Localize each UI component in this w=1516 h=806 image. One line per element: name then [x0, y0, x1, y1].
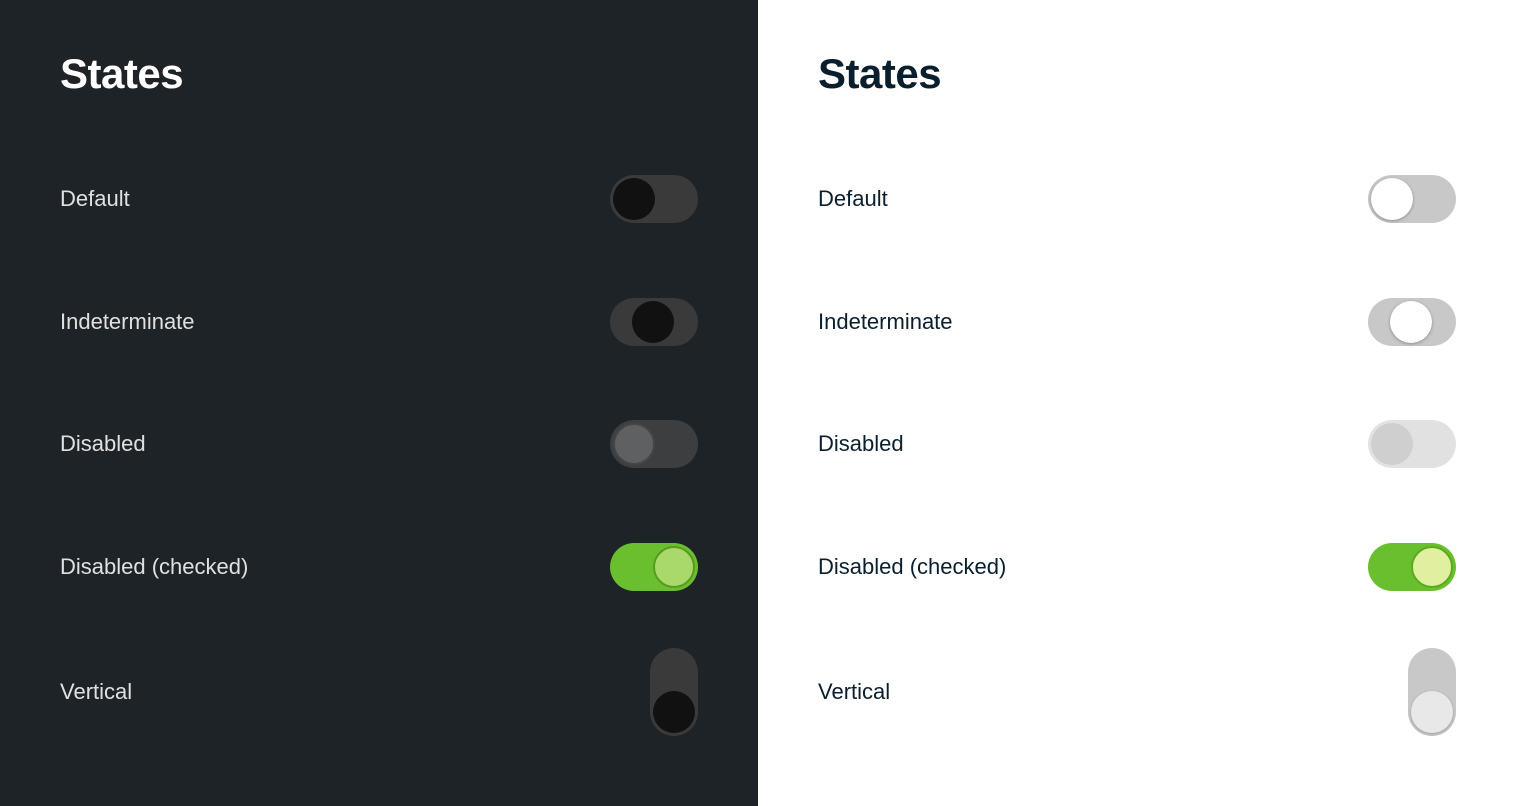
light-disabled-toggle-wrapper — [1316, 420, 1456, 468]
light-vertical-toggle[interactable] — [1408, 648, 1456, 736]
light-disabled-toggle — [1368, 420, 1456, 468]
light-vertical-thumb — [1411, 691, 1453, 733]
dark-indeterminate-toggle-wrapper — [558, 298, 698, 346]
dark-disabled-checked-toggle-wrapper — [558, 543, 698, 591]
light-vertical-row: Vertical — [818, 628, 1456, 756]
light-indeterminate-toggle[interactable] — [1368, 298, 1456, 346]
dark-default-label: Default — [60, 186, 130, 212]
light-disabled-row: Disabled — [818, 383, 1456, 506]
dark-disabled-checked-row: Disabled (checked) — [60, 506, 698, 629]
dark-indeterminate-label: Indeterminate — [60, 309, 195, 335]
light-indeterminate-thumb — [1390, 301, 1432, 343]
dark-disabled-checked-label: Disabled (checked) — [60, 554, 248, 580]
light-disabled-thumb — [1371, 423, 1413, 465]
dark-panel: States Default Indeterminate Disabled Di… — [0, 0, 758, 806]
dark-disabled-checked-thumb — [653, 546, 695, 588]
light-vertical-label: Vertical — [818, 679, 890, 705]
light-default-row: Default — [818, 138, 1456, 261]
dark-vertical-toggle-wrapper — [558, 648, 698, 736]
dark-disabled-row: Disabled — [60, 383, 698, 506]
dark-disabled-checked-toggle — [610, 543, 698, 591]
light-disabled-checked-toggle-wrapper — [1316, 543, 1456, 591]
dark-panel-title: States — [60, 50, 698, 98]
dark-indeterminate-thumb — [632, 301, 674, 343]
dark-default-thumb — [613, 178, 655, 220]
light-disabled-checked-toggle — [1368, 543, 1456, 591]
dark-disabled-toggle-wrapper — [558, 420, 698, 468]
light-default-label: Default — [818, 186, 888, 212]
light-panel-title: States — [818, 50, 1456, 98]
light-disabled-checked-label: Disabled (checked) — [818, 554, 1006, 580]
light-vertical-toggle-wrapper — [1316, 648, 1456, 736]
dark-vertical-label: Vertical — [60, 679, 132, 705]
dark-default-toggle-wrapper — [558, 175, 698, 223]
dark-disabled-thumb — [613, 423, 655, 465]
dark-vertical-row: Vertical — [60, 628, 698, 756]
light-indeterminate-label: Indeterminate — [818, 309, 953, 335]
dark-vertical-thumb — [653, 691, 695, 733]
light-indeterminate-row: Indeterminate — [818, 261, 1456, 384]
dark-vertical-toggle[interactable] — [650, 648, 698, 736]
dark-disabled-label: Disabled — [60, 431, 146, 457]
light-disabled-checked-row: Disabled (checked) — [818, 506, 1456, 629]
light-default-toggle-wrapper — [1316, 175, 1456, 223]
dark-default-toggle[interactable] — [610, 175, 698, 223]
light-indeterminate-toggle-wrapper — [1316, 298, 1456, 346]
light-panel: States Default Indeterminate Disabled Di… — [758, 0, 1516, 806]
light-default-toggle[interactable] — [1368, 175, 1456, 223]
light-disabled-label: Disabled — [818, 431, 904, 457]
dark-indeterminate-row: Indeterminate — [60, 261, 698, 384]
dark-disabled-toggle — [610, 420, 698, 468]
dark-default-row: Default — [60, 138, 698, 261]
light-default-thumb — [1371, 178, 1413, 220]
light-disabled-checked-thumb — [1411, 546, 1453, 588]
dark-indeterminate-toggle[interactable] — [610, 298, 698, 346]
